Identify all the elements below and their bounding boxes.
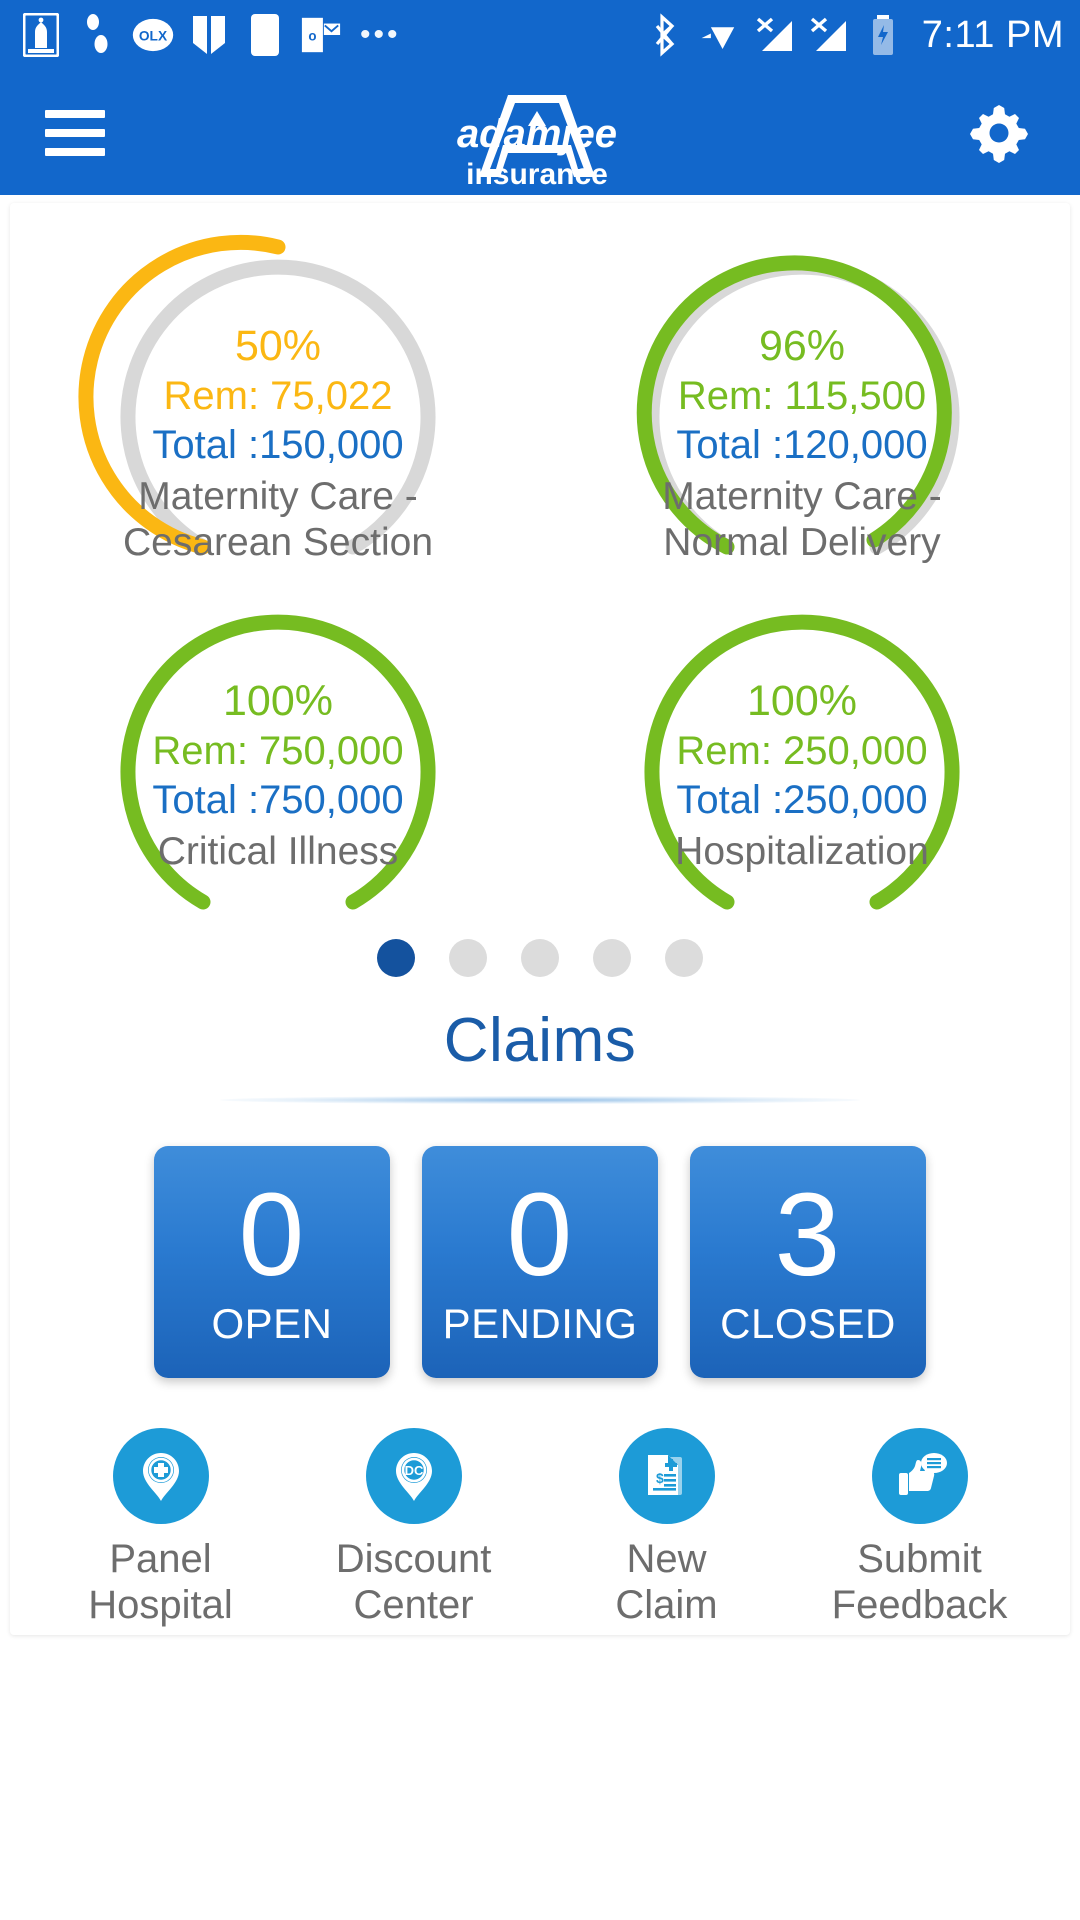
menu-bar-2 <box>45 128 105 137</box>
footsteps-app-icon <box>76 12 118 58</box>
svg-text:o: o <box>308 29 316 44</box>
gauge-text-group: 50% Rem: 75,022 Total :150,000 Maternity… <box>78 321 478 566</box>
gauge-benefit-name: Maternity Care - Normal Delivery <box>662 474 942 564</box>
gauge-item[interactable]: 100% Rem: 250,000 Total :250,000 Hospita… <box>540 576 1064 931</box>
panel-hospital-label: Panel Hospital <box>88 1537 233 1628</box>
submit-feedback-action[interactable]: Submit Feedback <box>805 1428 1035 1629</box>
note-app-icon <box>244 12 286 58</box>
overflow-dots-icon: ••• <box>360 18 401 51</box>
claims-closed-card[interactable]: 3 CLOSED <box>690 1146 926 1378</box>
claims-open-label: OPEN <box>211 1300 333 1347</box>
new-claim-label: New Claim <box>615 1537 718 1628</box>
gauge-item[interactable]: 100% Rem: 750,000 Total :750,000 Critica… <box>16 576 540 931</box>
outlook-app-icon: o <box>300 12 342 58</box>
svg-text:OLX: OLX <box>139 29 168 44</box>
signal-2-none-icon <box>808 12 850 58</box>
adamjee-logo-icon: adamjee insurance <box>456 94 617 189</box>
brand-logo: adamjee insurance <box>412 81 662 189</box>
carousel-pagination[interactable] <box>10 931 1070 981</box>
wifi-icon <box>700 12 742 58</box>
gauge-total: Total :120,000 <box>676 423 928 468</box>
gauge-benefit-name: Hospitalization <box>675 829 929 873</box>
gauge-critical-illness: 100% Rem: 750,000 Total :750,000 Critica… <box>78 584 478 924</box>
gauge-percent: 100% <box>747 676 857 725</box>
gauge-text-group: 100% Rem: 250,000 Total :250,000 Hospita… <box>602 676 1002 875</box>
status-bar-system-icons: 7:11 PM <box>646 12 1064 58</box>
pagination-dot-4[interactable] <box>593 939 631 977</box>
claims-pending-card[interactable]: 0 PENDING <box>422 1146 658 1378</box>
app-header: adamjee insurance <box>0 70 1080 195</box>
gauge-total: Total :250,000 <box>676 778 928 823</box>
signal-1-none-icon <box>754 12 796 58</box>
gauge-percent: 100% <box>223 676 333 725</box>
claims-closed-count: 3 <box>774 1169 842 1301</box>
gauge-remaining: Rem: 250,000 <box>676 729 928 774</box>
svg-text:DC: DC <box>404 1463 423 1478</box>
claims-closed-label: CLOSED <box>720 1300 896 1347</box>
new-claim-action[interactable]: $ New Claim <box>552 1428 782 1629</box>
discount-center-pin-icon: DC <box>365 1428 462 1524</box>
discount-center-action[interactable]: DC Discount Center <box>299 1428 529 1629</box>
battery-charging-icon <box>862 12 904 58</box>
gauge-remaining: Rem: 115,500 <box>677 374 927 419</box>
olx-app-icon: OLX <box>132 12 174 58</box>
claims-open-card[interactable]: 0 OPEN <box>154 1146 390 1378</box>
gauge-remaining: Rem: 750,000 <box>152 729 404 774</box>
submit-feedback-label: Submit Feedback <box>831 1537 1008 1628</box>
gauge-benefit-name: Critical Illness <box>157 829 399 873</box>
svg-text:adamjee: adamjee <box>456 112 616 156</box>
clock-time: 7:11 PM <box>921 13 1064 56</box>
pagination-dot-2[interactable] <box>449 939 487 977</box>
dashboard-content: 50% Rem: 75,022 Total :150,000 Maternity… <box>0 195 1080 1920</box>
status-bar: OLX o ••• 7:11 PM <box>0 0 1080 70</box>
menu-bar-1 <box>45 109 105 118</box>
gauge-total: Total :750,000 <box>152 778 404 823</box>
gauge-grid: 50% Rem: 75,022 Total :150,000 Maternity… <box>10 203 1070 931</box>
panel-hospital-action[interactable]: Panel Hospital <box>46 1428 276 1629</box>
menu-bar-3 <box>45 147 105 156</box>
gauge-maternity-cesarean: 50% Rem: 75,022 Total :150,000 Maternity… <box>78 229 478 569</box>
gauge-total: Total :150,000 <box>152 423 404 468</box>
gauge-percent: 96% <box>758 321 846 370</box>
svg-text:$: $ <box>656 1470 664 1486</box>
bluetooth-icon <box>646 12 688 58</box>
thumbs-up-feedback-icon <box>871 1428 968 1524</box>
gauge-text-group: 100% Rem: 750,000 Total :750,000 Critica… <box>78 676 478 875</box>
gauge-percent: 50% <box>234 321 322 370</box>
mosque-app-icon <box>20 12 62 58</box>
pagination-dot-5[interactable] <box>665 939 703 977</box>
hospital-pin-icon <box>112 1428 209 1524</box>
gauge-item[interactable]: 50% Rem: 75,022 Total :150,000 Maternity… <box>16 221 540 576</box>
claims-stats: 0 OPEN 0 PENDING 3 CLOSED <box>10 1146 1070 1378</box>
claims-open-count: 0 <box>238 1169 306 1301</box>
gauge-maternity-normal: 96% Rem: 115,500 Total :120,000 Maternit… <box>602 229 1002 569</box>
status-bar-overflow: ••• <box>342 18 646 51</box>
discount-center-label: Discount Center <box>335 1537 492 1628</box>
gear-icon[interactable] <box>968 102 1030 164</box>
gauge-text-group: 96% Rem: 115,500 Total :120,000 Maternit… <box>602 321 1002 566</box>
gauges-card: 50% Rem: 75,022 Total :150,000 Maternity… <box>10 203 1070 1635</box>
status-bar-notification-icons: OLX o <box>20 12 342 58</box>
gauge-hospitalization: 100% Rem: 250,000 Total :250,000 Hospita… <box>602 584 1002 924</box>
quick-actions: Panel Hospital DC Discount Center $ New … <box>10 1428 1070 1629</box>
claims-section-title: Claims <box>443 1006 637 1075</box>
gauge-item[interactable]: 96% Rem: 115,500 Total :120,000 Maternit… <box>540 221 1064 576</box>
gauge-remaining: Rem: 75,022 <box>163 374 393 419</box>
claims-divider <box>220 1096 860 1104</box>
app-root: OLX o ••• 7:11 PM adamjee insurance 50% … <box>0 0 1080 1920</box>
book-app-icon <box>188 12 230 58</box>
menu-icon[interactable] <box>45 109 105 156</box>
pagination-dot-1[interactable] <box>377 939 415 977</box>
new-claim-document-icon: $ <box>618 1428 715 1524</box>
pagination-dot-3[interactable] <box>521 939 559 977</box>
claims-pending-count: 0 <box>506 1169 574 1301</box>
gauge-benefit-name: Maternity Care - Cesarean Section <box>122 474 434 564</box>
svg-text:insurance: insurance <box>466 158 608 189</box>
claims-pending-label: PENDING <box>442 1300 638 1347</box>
